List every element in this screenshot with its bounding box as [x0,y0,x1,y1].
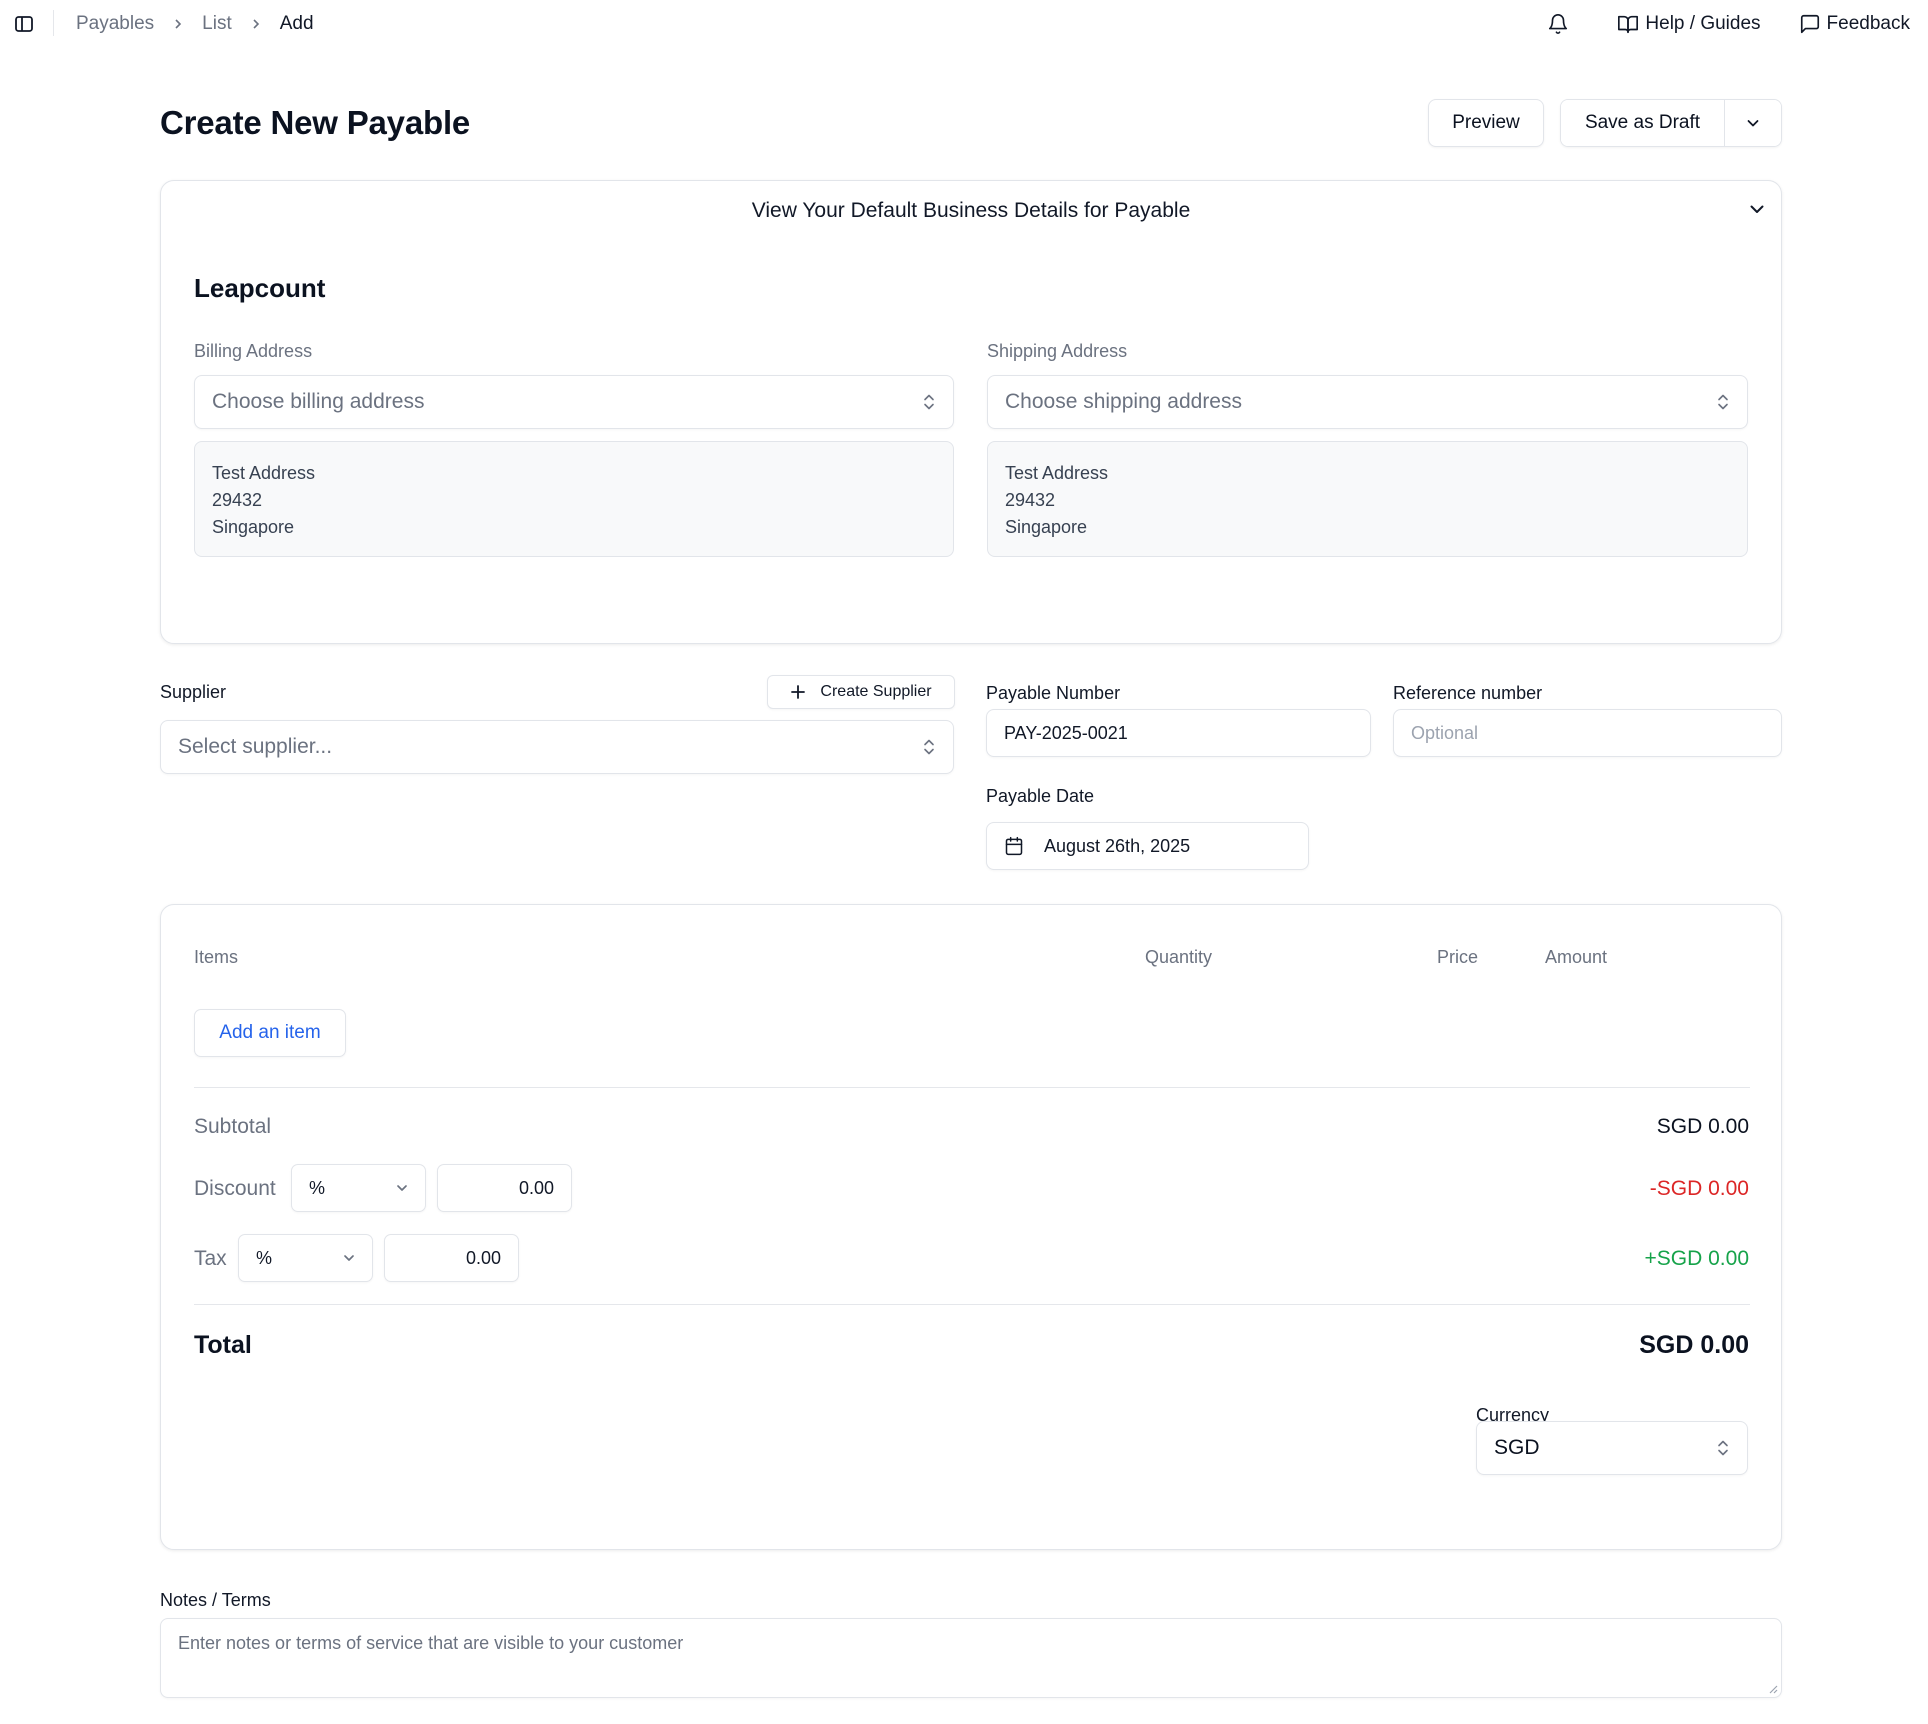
address-line: Test Address [1005,463,1109,483]
address-line: 29432 [212,490,263,510]
create-supplier-label: Create Supplier [820,683,932,700]
shipping-address-label: Shipping Address [987,341,1128,361]
chevron-down-icon[interactable] [1747,199,1767,219]
subtotal-label: Subtotal [194,1115,272,1138]
business-details-toggle[interactable]: View Your Default Business Details for P… [161,199,1781,223]
top-bar: Payables List Add Help / Guides Feedback [0,0,1928,48]
resize-grip-icon[interactable] [1766,1682,1778,1694]
sidebar-toggle-icon[interactable] [12,12,36,36]
breadcrumb-list[interactable]: List [202,13,232,35]
column-header-items: Items [194,947,239,967]
discount-type-select[interactable]: % [291,1164,426,1212]
preview-button[interactable]: Preview [1428,99,1544,147]
chevrons-up-down-icon [924,739,934,755]
tax-type-value: % [256,1247,273,1268]
discount-value: -SGD 0.00 [1649,1177,1749,1200]
billing-address-label: Billing Address [194,341,313,361]
message-square-icon [1800,14,1819,34]
total-value: SGD 0.00 [1639,1331,1749,1359]
notes-terms-label: Notes / Terms [160,1590,271,1610]
supplier-label: Supplier [160,682,227,702]
shipping-address-placeholder: Choose shipping address [1005,390,1242,413]
chevrons-up-down-icon [924,394,934,410]
add-item-button[interactable]: Add an item [194,1009,346,1057]
book-icon [1618,15,1639,34]
help-guides-link[interactable]: Help / Guides [1617,13,1761,35]
tax-label: Tax [194,1247,227,1270]
bell-icon[interactable] [1547,13,1569,35]
reference-number-label: Reference number [1393,683,1543,703]
divider [194,1304,1750,1305]
shipping-address-preview: Test Address 29432 Singapore [987,441,1748,557]
supplier-select[interactable]: Select supplier... [160,720,954,774]
discount-label: Discount [194,1177,276,1200]
supplier-placeholder: Select supplier... [178,735,333,758]
billing-address-preview: Test Address 29432 Singapore [194,441,954,557]
address-line: Test Address [212,463,316,483]
address-line: Singapore [212,517,295,537]
chevron-down-icon [1747,120,1759,127]
calendar-icon [1005,836,1023,856]
column-header-quantity: Quantity [1145,947,1213,967]
address-line: Singapore [1005,517,1088,537]
divider [53,10,54,36]
breadcrumb-add: Add [279,13,314,34]
help-guides-label: Help / Guides [1645,13,1761,34]
feedback-link[interactable]: Feedback [1799,13,1910,35]
divider [194,1087,1750,1088]
discount-type-value: % [309,1177,326,1198]
save-draft-button-group: Save as Draft [1560,99,1782,147]
plus-icon [791,685,806,699]
column-header-price: Price [1437,947,1479,967]
chevron-right-icon [250,18,262,30]
payable-number-input[interactable]: PAY-2025-0021 [986,709,1371,757]
discount-amount-input[interactable]: 0.00 [437,1164,572,1212]
feedback-label: Feedback [1826,13,1910,34]
tax-amount-input[interactable]: 0.00 [384,1234,519,1282]
chevron-down-icon [397,1185,407,1191]
notes-terms-textarea[interactable]: Enter notes or terms of service that are… [160,1618,1782,1698]
top-actions: Help / Guides Feedback [1547,9,1910,39]
currency-value: SGD [1494,1436,1540,1459]
business-name: Leapcount [194,273,326,303]
address-line: 29432 [1005,490,1056,510]
billing-address-placeholder: Choose billing address [212,390,425,413]
chevrons-up-down-icon [1718,394,1728,410]
total-label: Total [194,1331,252,1359]
tax-type-select[interactable]: % [238,1234,373,1282]
business-details-card: View Your Default Business Details for P… [160,180,1782,644]
subtotal-value: SGD 0.00 [1656,1115,1749,1138]
page-title: Create New Payable [160,104,471,141]
billing-address-select[interactable]: Choose billing address [194,375,954,429]
create-supplier-button[interactable]: Create Supplier [767,675,955,709]
notes-placeholder: Enter notes or terms of service that are… [178,1633,684,1653]
column-header-amount: Amount [1545,947,1608,967]
payable-date-value: August 26th, 2025 [1044,835,1191,856]
tax-value: +SGD 0.00 [1644,1247,1749,1270]
chevrons-up-down-icon [1718,1440,1728,1456]
payable-date-picker[interactable]: August 26th, 2025 [986,822,1309,870]
currency-select[interactable]: SGD [1476,1421,1748,1475]
save-as-draft-button[interactable]: Save as Draft [1561,100,1725,146]
payable-number-label: Payable Number [986,683,1121,703]
items-card: Items Quantity Price Amount Add an item … [160,904,1782,1550]
chevron-down-icon [344,1255,354,1261]
payable-date-label: Payable Date [986,786,1095,806]
shipping-address-select[interactable]: Choose shipping address [987,375,1748,429]
breadcrumb-payables[interactable]: Payables [76,13,154,35]
reference-number-input[interactable]: Optional [1393,709,1782,757]
save-options-dropdown-button[interactable] [1725,100,1781,146]
breadcrumb: Payables List Add [76,12,314,36]
chevron-right-icon [172,18,184,30]
